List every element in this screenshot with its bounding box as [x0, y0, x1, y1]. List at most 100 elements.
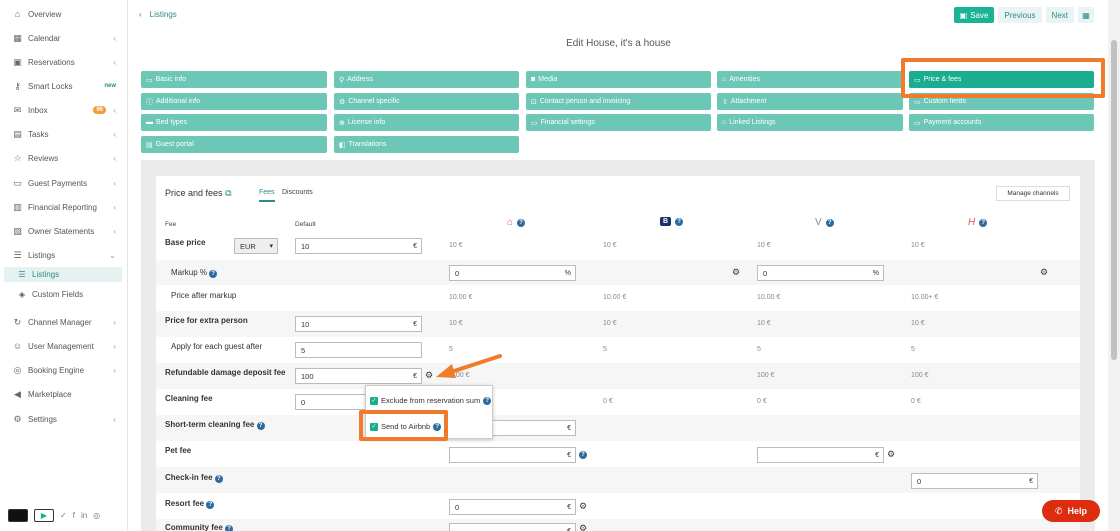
sidebar-item-listings[interactable]: ☰ Listings ⌄ — [12, 247, 120, 263]
linkedin-icon[interactable]: in — [81, 511, 87, 520]
vrbo-pet-input[interactable]: € — [757, 447, 884, 463]
tab-attachment[interactable]: ⇧ Attachment — [717, 93, 903, 110]
tab-channel-specific[interactable]: ⚙ Channel specific — [334, 93, 519, 110]
scrollbar-thumb[interactable] — [1111, 40, 1117, 360]
tab-amenities[interactable]: ⌂ Amenities — [717, 71, 903, 88]
help-icon[interactable]: ? — [675, 217, 684, 226]
tab-payment-accounts[interactable]: ▭ Payment accounts — [909, 114, 1094, 131]
gear-icon[interactable]: ⚙ — [1040, 267, 1048, 278]
help-icon[interactable]: ? — [206, 501, 215, 509]
google-play-icon[interactable]: ▶ — [34, 509, 54, 522]
airbnb-icon: ⌂ — [507, 217, 514, 228]
tab-basic-info[interactable]: ▭ Basic info — [141, 71, 327, 88]
help-button[interactable]: ✆ Help — [1042, 500, 1100, 522]
save-button[interactable]: ▣ Save — [953, 7, 995, 23]
extra-person-input[interactable]: 10 € — [295, 316, 422, 332]
instagram-icon[interactable]: ◎ — [93, 511, 100, 520]
tab-guest-portal[interactable]: ▤ Guest portal — [141, 136, 327, 153]
exclude-checkbox-row[interactable]: ✓ Exclude from reservation sum? — [370, 396, 492, 405]
camera-icon: ◙ — [531, 76, 536, 83]
phone-icon: ✆ — [1054, 505, 1063, 516]
sidebar-item-settings[interactable]: ⚙ Settings ‹ — [12, 411, 120, 427]
scrollbar[interactable] — [1108, 0, 1120, 531]
vrbo-column: V? — [815, 217, 834, 228]
airbnb-community-input[interactable]: € — [449, 523, 576, 531]
next-button[interactable]: Next — [1045, 7, 1074, 23]
sidebar-item-channel-manager[interactable]: ↻ Channel Manager ‹ — [12, 314, 120, 330]
help-icon[interactable]: ? — [517, 218, 526, 227]
tab-bed-types[interactable]: ▬ Bed types — [141, 114, 327, 131]
tab-contact-person[interactable]: ⊡ Contact person and invoicing — [526, 93, 711, 110]
sidebar-item-user-management[interactable]: ☺ User Management ‹ — [12, 338, 120, 354]
sidebar-item-financial-reporting[interactable]: ▥ Financial Reporting ‹ — [12, 199, 120, 215]
gear-icon: ⚙ — [13, 413, 22, 424]
vrbo-markup-input[interactable]: 0% — [757, 265, 884, 281]
sidebar-item-marketplace[interactable]: ◀ Marketplace — [12, 386, 120, 402]
tab-translations[interactable]: ◧ Translations — [334, 136, 519, 153]
tab-linked-listings[interactable]: ⌂ Linked Listings — [717, 114, 903, 131]
deposit-input[interactable]: 100 € — [295, 368, 422, 384]
airbnb-markup-input[interactable]: 0% — [449, 265, 576, 281]
airbnb-pet-input[interactable]: € — [449, 447, 576, 463]
tab-financial-settings[interactable]: ▭ Financial settings — [526, 114, 711, 131]
help-icon[interactable]: ? — [979, 218, 988, 227]
tab-address[interactable]: ⚲ Address — [334, 71, 519, 88]
table-row: Price for extra person 10 € 10 € 10 € 10 … — [156, 311, 1080, 337]
sidebar-subitem-listings[interactable]: ☰ Listings — [4, 267, 122, 282]
content-area: Price and fees ⧉ Fees Discounts Manage c… — [141, 160, 1095, 531]
sidebar-item-calendar[interactable]: ▦ Calendar ‹ — [12, 30, 120, 46]
previous-button[interactable]: Previous — [998, 7, 1042, 23]
help-icon[interactable]: ? — [214, 475, 223, 483]
airbnb-value: 10 € — [449, 320, 463, 327]
sidebar-item-booking-engine[interactable]: ◎ Booking Engine ‹ — [12, 362, 120, 378]
copy-icon[interactable]: ⧉ — [225, 188, 231, 198]
tab-discounts[interactable]: Discounts — [282, 189, 313, 196]
help-icon[interactable]: ? — [483, 396, 492, 405]
gear-icon[interactable]: ⚙ — [579, 523, 587, 531]
tab-additional-info[interactable]: ⓘ Additional info — [141, 93, 327, 110]
gear-icon[interactable]: ⚙ — [579, 501, 587, 512]
currency-select[interactable]: EUR ▾ — [234, 238, 278, 254]
table-row: Resort fee ? 0 € ⚙ — [156, 493, 1080, 519]
apple-store-icon[interactable] — [8, 509, 28, 522]
each-guest-label: Apply for each guest after — [171, 342, 263, 351]
tab-media[interactable]: ◙ Media — [526, 71, 711, 88]
sidebar-item-smart-locks[interactable]: ⚷ Smart Locks new — [12, 78, 120, 94]
help-icon[interactable]: ? — [579, 451, 587, 459]
star-icon: ☆ — [13, 152, 22, 163]
help-icon[interactable]: ? — [225, 525, 234, 531]
sidebar-item-overview[interactable]: ⌂ Overview — [12, 6, 120, 22]
sidebar-subitem-custom-fields[interactable]: ◈ Custom Fields — [4, 287, 122, 302]
calendar-icon[interactable]: ▦ — [1078, 7, 1094, 23]
table-row: Short-term cleaning fee ? € — [156, 415, 1080, 441]
back-link[interactable]: ‹ Listings — [139, 10, 177, 19]
chevron-left-icon: ‹ — [113, 57, 116, 67]
lock-icon: ⊡ — [531, 98, 537, 106]
twitter-icon[interactable]: ✓ — [60, 511, 67, 520]
home-icon: ⌂ — [722, 76, 727, 83]
facebook-icon[interactable]: f — [73, 511, 75, 520]
vrbo-value: 0 € — [757, 398, 767, 405]
tab-fees[interactable]: Fees — [259, 189, 275, 202]
hotel-checkin-input[interactable]: 0 € — [911, 473, 1038, 489]
help-icon[interactable]: ? — [256, 422, 265, 430]
sidebar-item-inbox[interactable]: ✉ Inbox 96 ‹ — [12, 102, 120, 118]
each-guest-input[interactable]: 5 — [295, 342, 422, 358]
gear-icon[interactable]: ⚙ — [732, 267, 740, 278]
help-icon[interactable]: ? — [825, 218, 834, 227]
help-icon[interactable]: ? — [209, 270, 218, 278]
custom-field-icon: ▭ — [914, 98, 921, 106]
base-price-input[interactable]: 10 € — [295, 238, 422, 254]
checkbox-checked-icon[interactable]: ✓ — [370, 396, 378, 405]
chevron-left-icon: ‹ — [113, 178, 116, 188]
airbnb-resort-input[interactable]: 0 € — [449, 499, 576, 515]
sidebar-item-tasks[interactable]: ▤ Tasks ‹ — [12, 126, 120, 142]
column-default: Default — [295, 221, 316, 228]
tab-license-info[interactable]: ⊕ License info — [334, 114, 519, 131]
manage-channels-button[interactable]: Manage channels — [996, 186, 1070, 201]
gear-icon[interactable]: ⚙ — [887, 449, 895, 460]
sidebar-item-reviews[interactable]: ☆ Reviews ‹ — [12, 150, 120, 166]
sidebar-item-guest-payments[interactable]: ▭ Guest Payments ‹ — [12, 175, 120, 191]
sidebar-item-reservations[interactable]: ▣ Reservations ‹ — [12, 54, 120, 70]
sidebar-item-owner-statements[interactable]: ▧ Owner Statements ‹ — [12, 223, 120, 239]
